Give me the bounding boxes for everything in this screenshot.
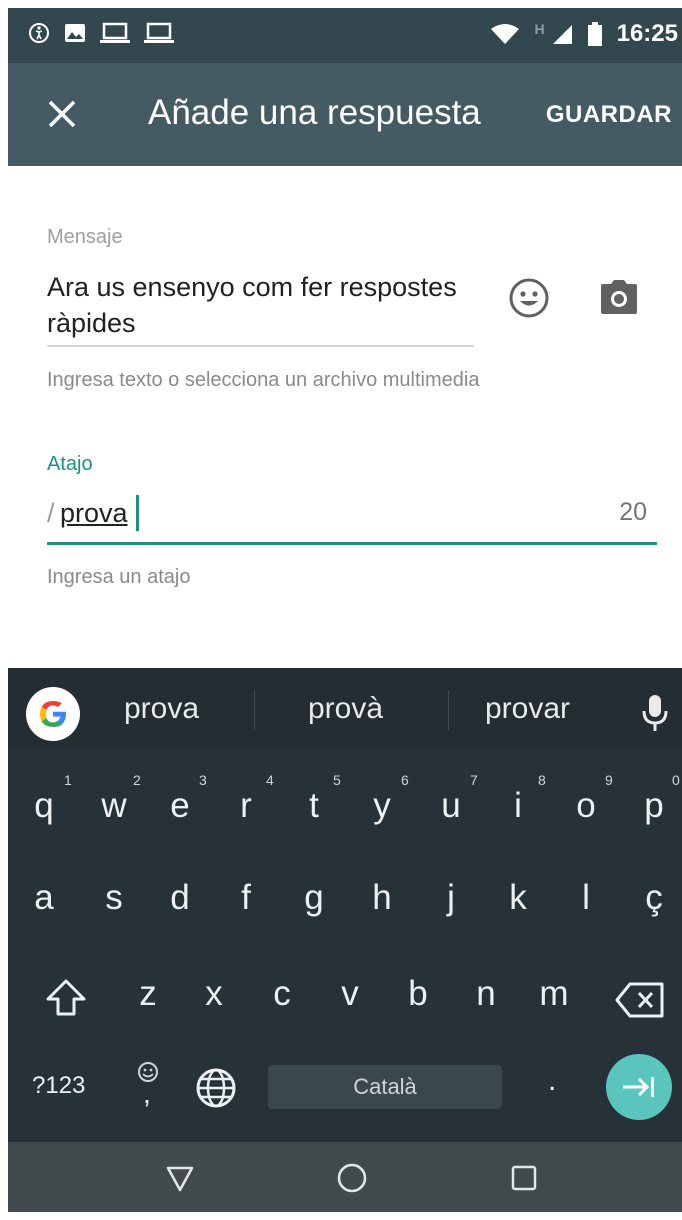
key-l[interactable]: l [556, 878, 616, 918]
message-label: Mensaje [47, 226, 123, 248]
key-t[interactable]: t [284, 786, 344, 826]
image-icon [64, 22, 86, 44]
key-hint: 1 [64, 772, 72, 788]
comma-label: , [143, 1078, 151, 1109]
laptop-icon [144, 22, 174, 44]
key-c-cedilla[interactable]: ç [624, 878, 682, 918]
suggestion-divider [254, 690, 255, 730]
key-q[interactable]: q [14, 786, 74, 826]
back-icon[interactable] [164, 1162, 196, 1194]
key-hint: 9 [605, 772, 613, 788]
period-key[interactable]: . [548, 1064, 556, 1098]
key-z[interactable]: z [118, 974, 178, 1014]
key-hint: 5 [333, 772, 341, 788]
key-u[interactable]: u [421, 786, 481, 826]
shift-icon[interactable] [44, 976, 88, 1020]
key-c[interactable]: c [252, 974, 312, 1014]
key-a[interactable]: a [14, 878, 74, 918]
close-icon[interactable] [44, 96, 80, 132]
shortcut-prefix: / [47, 498, 55, 528]
shortcut-label: Atajo [47, 453, 93, 475]
laptop-icon [100, 22, 130, 44]
key-n[interactable]: n [456, 974, 516, 1014]
key-hint: 0 [672, 772, 680, 788]
shortcut-value: prova [60, 498, 128, 528]
wifi-icon [490, 23, 520, 45]
key-e[interactable]: e [150, 786, 210, 826]
page-title: Añade una respuesta [148, 93, 481, 132]
home-icon[interactable] [336, 1162, 368, 1194]
message-helper-text: Ingresa texto o selecciona un archivo mu… [47, 369, 480, 391]
suggestion-bar: prova provà provar [8, 668, 682, 750]
key-b[interactable]: b [388, 974, 448, 1014]
symbols-key[interactable]: ?123 [32, 1072, 85, 1100]
form: Mensaje Ara us ensenyo com fer respostes… [8, 166, 682, 668]
suggestion-divider [448, 690, 449, 730]
key-w[interactable]: w [84, 786, 144, 826]
key-hint: 7 [470, 772, 478, 788]
key-hint: 8 [538, 772, 546, 788]
backspace-icon[interactable] [614, 980, 666, 1020]
space-bar[interactable]: Català [268, 1065, 502, 1109]
status-bar: H 16:25 [8, 8, 682, 63]
key-o[interactable]: o [556, 786, 616, 826]
key-x[interactable]: x [184, 974, 244, 1014]
key-k[interactable]: k [488, 878, 548, 918]
accessibility-icon [28, 22, 50, 44]
signal-icon [551, 23, 573, 45]
suggestion-3[interactable]: provar [485, 692, 570, 726]
globe-icon[interactable] [194, 1066, 238, 1110]
message-input[interactable]: Ara us ensenyo com fer respostes ràpides [47, 269, 477, 341]
character-counter: 20 [619, 498, 647, 526]
key-h[interactable]: h [352, 878, 412, 918]
key-f[interactable]: f [216, 878, 276, 918]
tab-arrow-icon [623, 1077, 654, 1097]
microphone-icon[interactable] [640, 691, 670, 735]
recents-icon[interactable] [508, 1162, 540, 1194]
key-hint: 2 [133, 772, 141, 788]
camera-icon[interactable] [597, 278, 641, 318]
message-underline [47, 345, 474, 347]
network-type: H [534, 21, 545, 37]
key-v[interactable]: v [320, 974, 380, 1014]
suggestion-2[interactable]: provà [308, 692, 383, 726]
key-hint: 6 [401, 772, 409, 788]
app-bar: Añade una respuesta GUARDAR [8, 63, 682, 166]
shortcut-underline [47, 542, 657, 545]
key-i[interactable]: i [488, 786, 548, 826]
text-cursor [136, 495, 139, 531]
clock: 16:25 [616, 20, 678, 47]
enter-button[interactable] [606, 1054, 672, 1120]
shortcut-helper-text: Ingresa un atajo [47, 566, 191, 588]
key-d[interactable]: d [150, 878, 210, 918]
google-icon[interactable] [26, 687, 80, 741]
key-m[interactable]: m [524, 974, 584, 1014]
key-hint: 3 [199, 772, 207, 788]
suggestion-1[interactable]: prova [124, 692, 199, 726]
key-p[interactable]: p [624, 786, 682, 826]
screen: H 16:25 Añade una respuesta GUARDAR Mens… [8, 8, 682, 1212]
key-r[interactable]: r [216, 786, 276, 826]
battery-icon [587, 22, 603, 46]
emoji-icon[interactable] [507, 276, 551, 320]
key-g[interactable]: g [284, 878, 344, 918]
keyboard: prova provà provar q 1 w 2 e 3 r 4 t 5 y… [8, 668, 682, 1142]
key-y[interactable]: y [352, 786, 412, 826]
comma-emoji-key[interactable]: , [136, 1060, 160, 1110]
key-s[interactable]: s [84, 878, 144, 918]
key-hint: 4 [266, 772, 274, 788]
key-j[interactable]: j [421, 878, 481, 918]
shortcut-input[interactable]: / prova 20 [47, 491, 657, 541]
save-button[interactable]: GUARDAR [546, 101, 672, 129]
navigation-bar [8, 1142, 682, 1212]
